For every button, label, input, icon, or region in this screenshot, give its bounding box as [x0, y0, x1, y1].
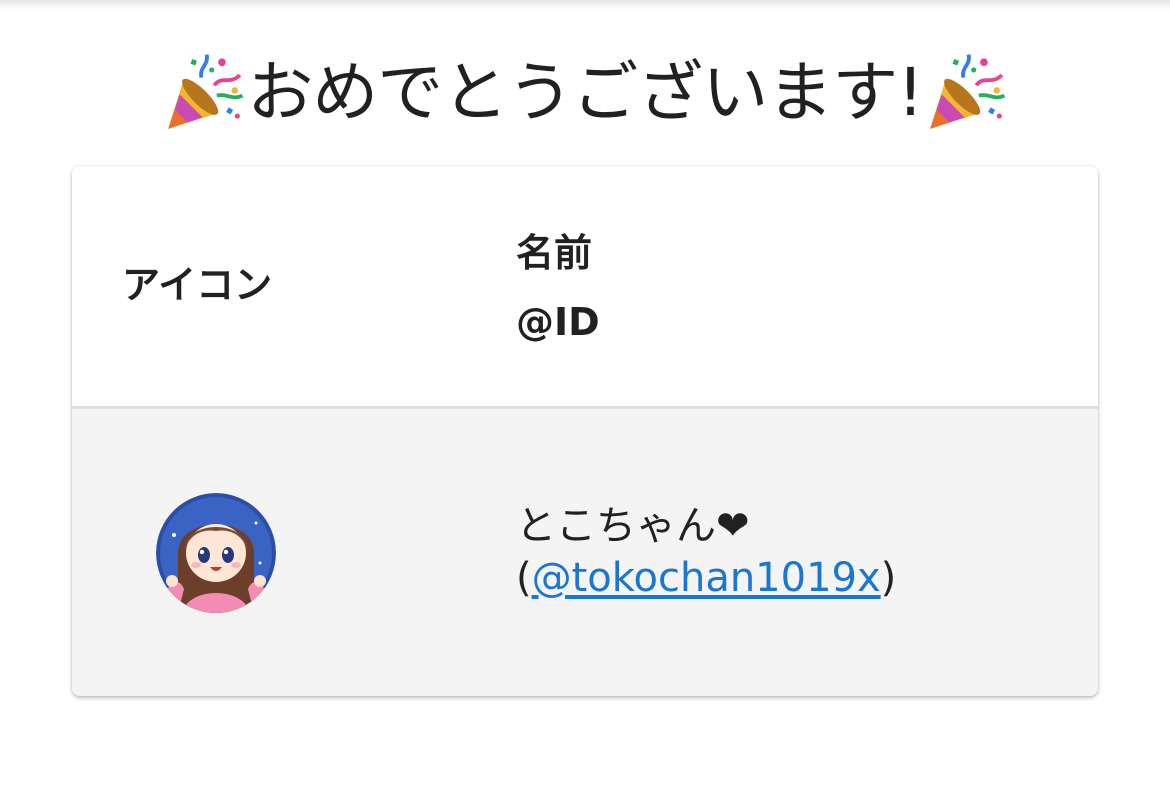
avatar — [156, 493, 276, 613]
table-header-row: アイコン 名前 @ID — [72, 166, 1098, 409]
column-header-icon: アイコン — [122, 263, 273, 307]
party-popper-icon — [929, 54, 1006, 129]
avatar-image — [156, 493, 276, 613]
user-id-line: (@tokochan1019x) — [516, 555, 896, 601]
results-table: アイコン 名前 @ID とこちゃん❤ (@tokochan1019x) — [72, 166, 1098, 696]
open-paren: ( — [516, 555, 532, 601]
table-row: とこちゃん❤ (@tokochan1019x) — [72, 409, 1098, 696]
close-paren: ) — [880, 555, 897, 601]
party-popper-icon — [168, 54, 244, 129]
title-text: おめでとうございます! — [247, 54, 923, 131]
column-header-name: 名前 — [516, 231, 593, 275]
top-bar-shadow — [0, 0, 1170, 10]
column-header-id: @ID — [516, 300, 600, 344]
page-title: おめでとうございます! — [0, 48, 1170, 138]
user-name: とこちゃん❤ — [516, 503, 750, 549]
user-handle-link[interactable]: @tokochan1019x — [532, 555, 881, 601]
